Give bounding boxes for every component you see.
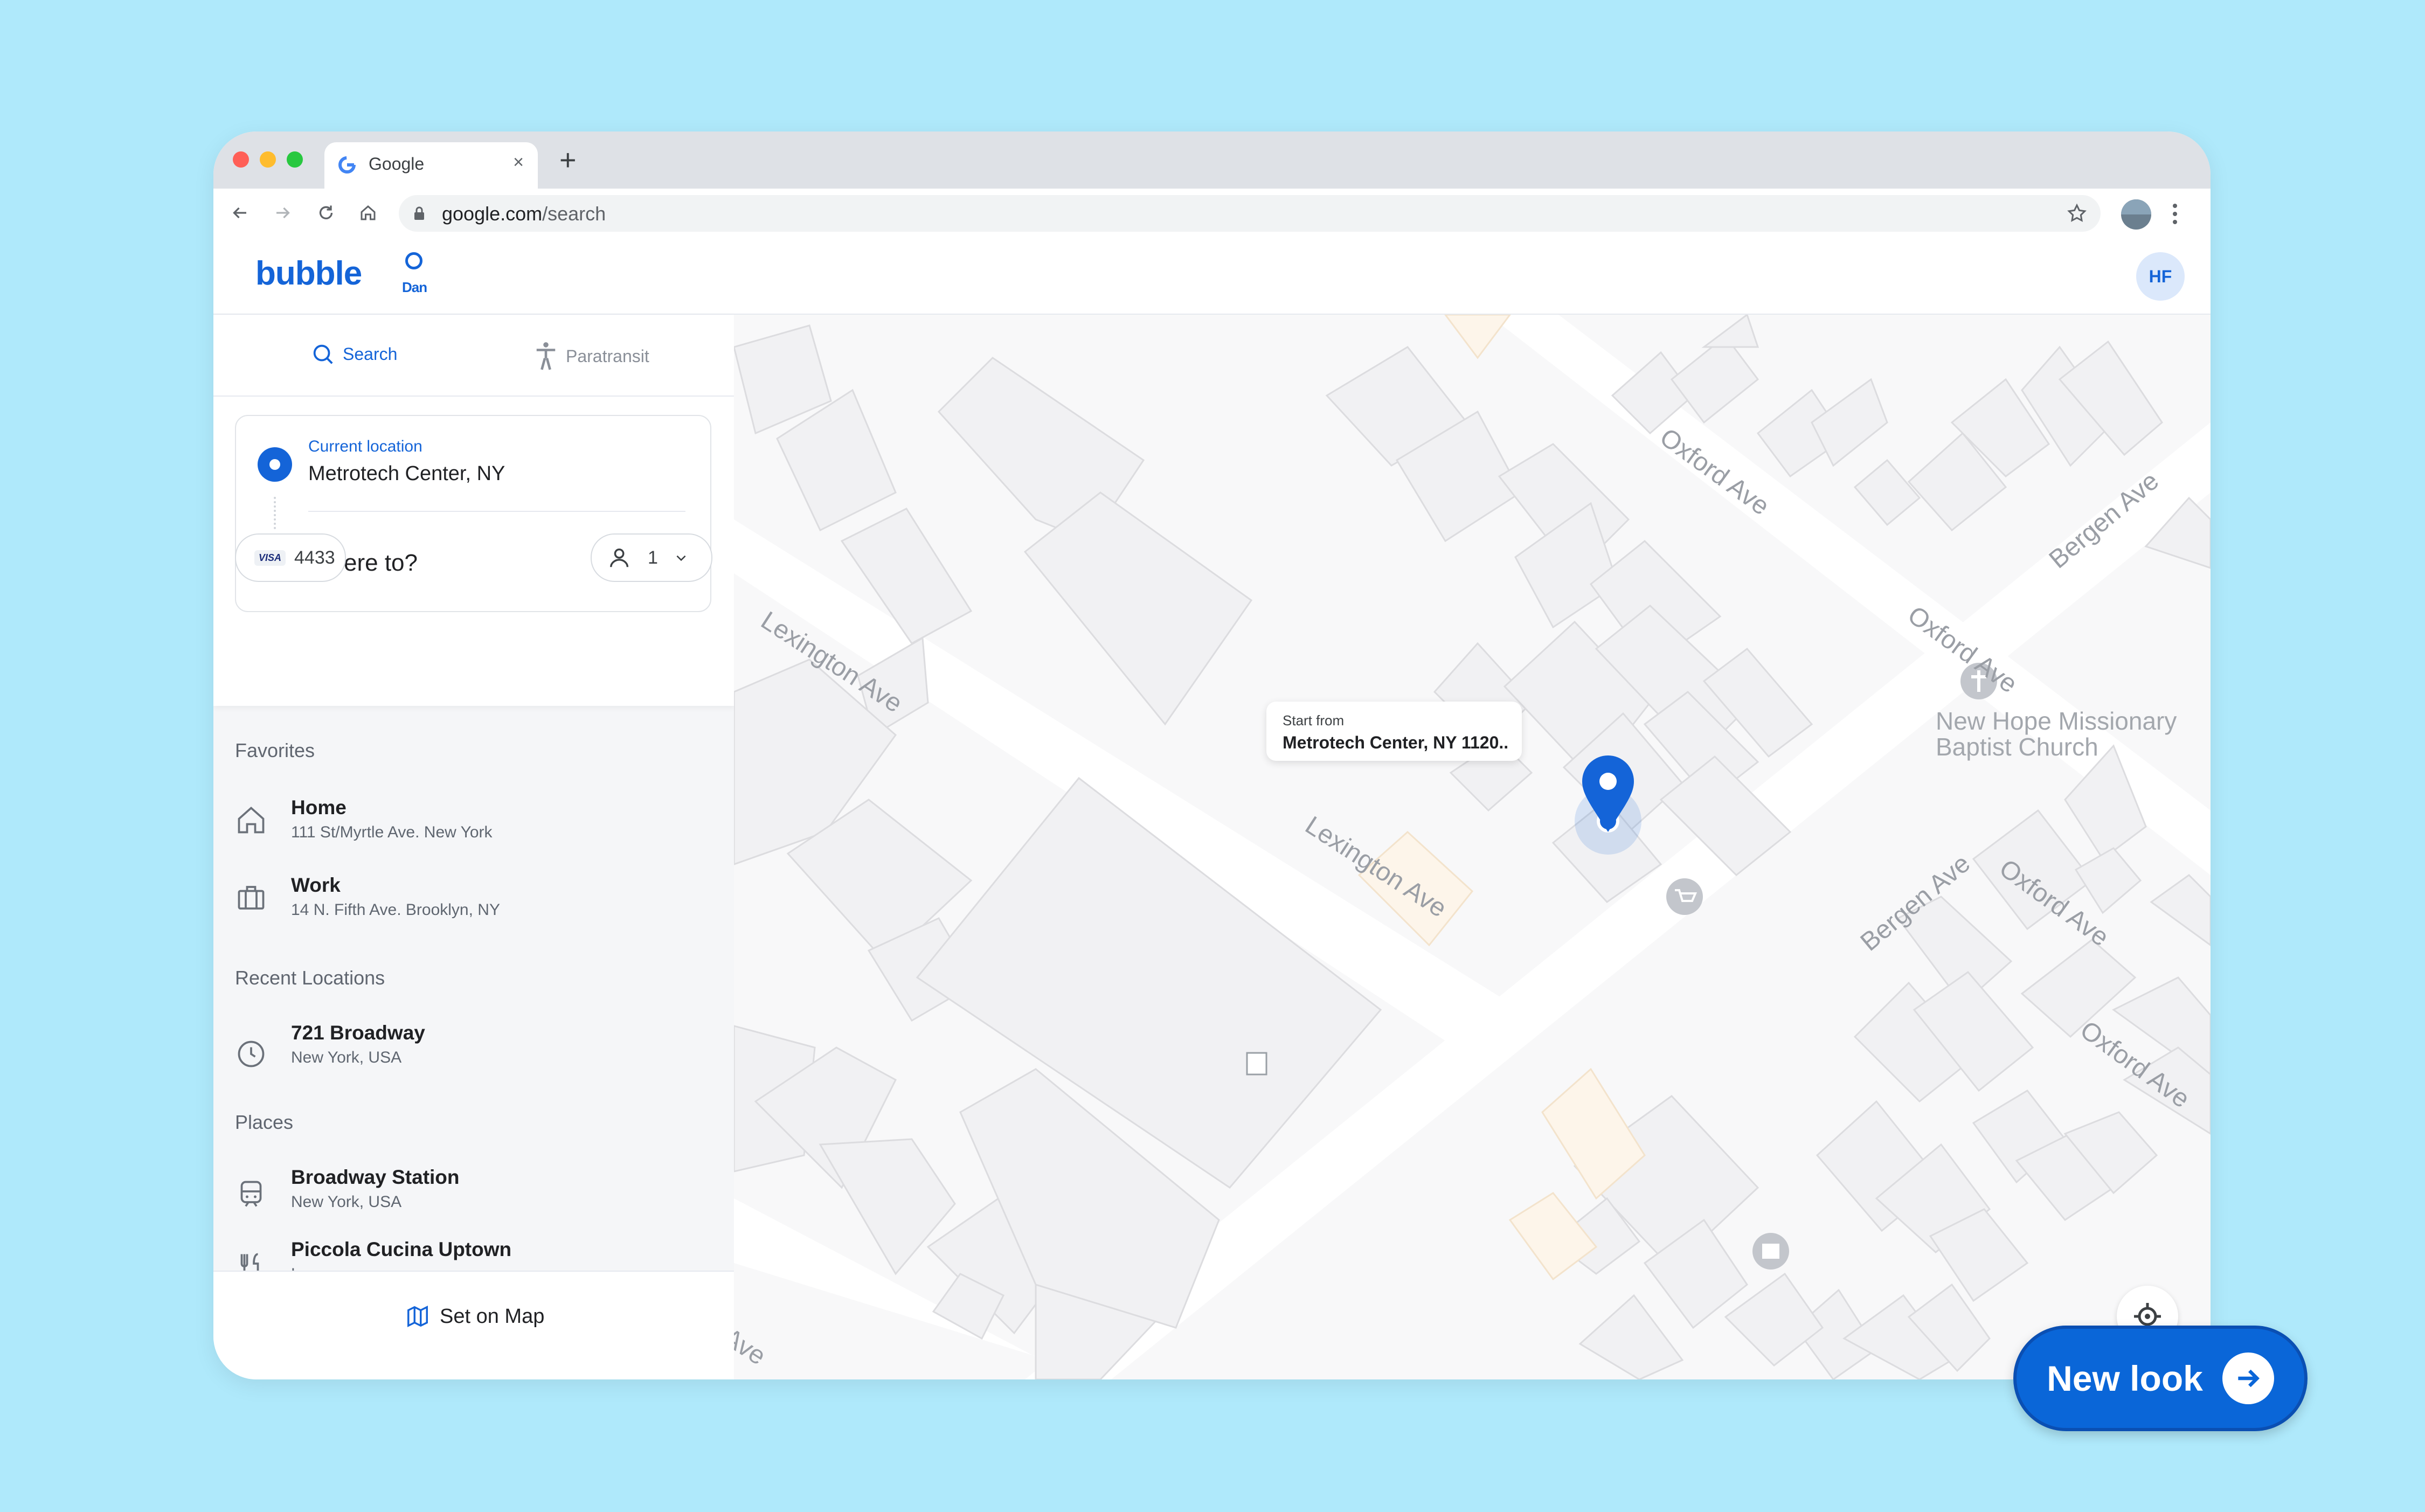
person-icon — [610, 548, 629, 567]
home-icon — [235, 804, 267, 836]
close-window-button[interactable] — [233, 151, 249, 168]
recent-address: New York, USA — [291, 1049, 402, 1066]
favorite-item-work[interactable]: Work 14 N. Fifth Ave. Brooklyn, NY — [235, 871, 709, 930]
address-bar[interactable]: google.com/search — [399, 195, 2101, 232]
payment-chip[interactable]: VISA 4433 — [235, 533, 346, 582]
favorite-name: Work — [291, 874, 341, 896]
tooltip-value: Metrotech Center, NY 1120.. — [1283, 733, 1509, 752]
logo-ring — [405, 252, 422, 269]
new-look-button[interactable]: New look — [2013, 1326, 2308, 1431]
recent-item[interactable]: 721 Broadway New York, USA — [235, 1018, 709, 1078]
tab-title: Google — [369, 154, 425, 174]
map-icon — [407, 1305, 428, 1328]
places-heading: Places — [235, 1111, 294, 1133]
lock-icon — [414, 206, 424, 220]
set-on-map-button[interactable]: Set on Map — [405, 1304, 544, 1329]
chevron-down-icon — [676, 555, 686, 561]
search-icon — [313, 344, 333, 364]
browser-tab[interactable]: Google × — [324, 142, 538, 189]
recent-locations-heading: Recent Locations — [235, 967, 385, 989]
clock-icon — [235, 1038, 267, 1070]
start-from-tooltip: Start from Metrotech Center, NY 1120.. — [1266, 702, 1522, 761]
card-last4: 4433 — [294, 547, 335, 568]
map-canvas — [734, 315, 2211, 1379]
maximize-window-button[interactable] — [287, 151, 303, 168]
shopping-cart-poi-icon[interactable] — [1666, 878, 1703, 915]
logo-sub: Dan — [402, 279, 427, 295]
new-tab-button[interactable]: + — [559, 143, 577, 177]
favorite-name: Home — [291, 796, 347, 819]
poi-label: New Hope Missionary Baptist Church — [1936, 708, 2177, 760]
tab-close-icon[interactable]: × — [513, 152, 524, 173]
more-menu-icon[interactable] — [2170, 200, 2180, 227]
browser-profile-avatar[interactable] — [2121, 199, 2151, 230]
logo-text: bubble — [255, 255, 362, 292]
tab-paratransit-label: Paratransit — [566, 346, 649, 366]
url-text: google.com/search — [442, 203, 606, 225]
map-view[interactable]: Lexington Ave Lexington Ave Ave Oxford A… — [734, 315, 2211, 1379]
browser-window: Google × + google.com/search bubble Dan … — [213, 131, 2211, 1379]
school-poi-icon[interactable] — [1752, 1233, 1789, 1270]
tab-paratransit[interactable]: Paratransit — [534, 342, 649, 371]
url-path: /search — [542, 203, 606, 225]
poi-label-line1: New Hope Missionary — [1936, 707, 2177, 735]
sidebar-tabs: Search Paratransit — [213, 315, 734, 397]
browser-toolbar: google.com/search — [213, 189, 2211, 238]
tab-bar: Google × + — [213, 131, 2211, 189]
route-connector — [274, 497, 278, 529]
favorite-address: 111 St/Myrtle Ave. New York — [291, 823, 493, 841]
tooltip-label: Start from — [1283, 712, 1345, 729]
poi-label-line2: Baptist Church — [1936, 733, 2098, 761]
visa-icon: VISA — [254, 550, 286, 566]
current-location-marker[interactable] — [1575, 755, 1641, 855]
new-look-label: New look — [2047, 1358, 2203, 1398]
briefcase-icon — [235, 882, 267, 914]
minimize-window-button[interactable] — [260, 151, 276, 168]
reload-icon[interactable] — [313, 199, 340, 226]
forward-icon[interactable] — [269, 199, 296, 226]
sidebar: Search Paratransit Current location Metr… — [213, 315, 736, 1379]
trip-card: Search Paratransit Current location Metr… — [213, 315, 734, 706]
accessibility-icon — [536, 342, 556, 370]
train-icon — [235, 1178, 267, 1210]
home-browser-icon[interactable] — [355, 199, 382, 226]
set-on-map-label: Set on Map — [440, 1305, 545, 1328]
user-avatar[interactable]: HF — [2136, 252, 2185, 301]
origin-label: Current location — [308, 438, 422, 455]
set-on-map-bar: Set on Map — [213, 1271, 734, 1379]
recent-name: 721 Broadway — [291, 1022, 425, 1044]
favorite-address: 14 N. Fifth Ave. Brooklyn, NY — [291, 901, 500, 919]
url-domain: google.com — [442, 203, 543, 225]
route-divider — [308, 511, 685, 512]
app-header: bubble Dan HF — [213, 238, 2211, 315]
origin-input[interactable]: Metrotech Center, NY — [308, 462, 505, 485]
place-name: Piccola Cucina Uptown — [291, 1238, 512, 1260]
favorite-item-home[interactable]: Home 111 St/Myrtle Ave. New York — [235, 793, 709, 852]
place-name: Broadway Station — [291, 1166, 460, 1188]
bookmark-star-icon[interactable] — [2066, 203, 2088, 224]
building-poi-icon[interactable] — [1246, 1052, 1267, 1076]
arrow-right-icon — [2222, 1353, 2274, 1404]
passenger-count: 1 — [648, 547, 658, 568]
tab-search[interactable]: Search — [310, 342, 397, 366]
google-icon — [338, 156, 356, 174]
place-address: New York, USA — [291, 1193, 402, 1211]
passenger-selector[interactable]: 1 — [591, 533, 712, 582]
back-icon[interactable] — [226, 199, 253, 226]
route-box: Current location Metrotech Center, NY Wh… — [235, 415, 711, 612]
bubble-logo[interactable]: bubble Dan — [255, 252, 427, 295]
place-item-broadway-station[interactable]: Broadway Station New York, USA — [235, 1163, 709, 1222]
origin-location-icon — [258, 447, 292, 482]
favorites-heading: Favorites — [235, 739, 315, 761]
tab-search-label: Search — [343, 344, 398, 364]
